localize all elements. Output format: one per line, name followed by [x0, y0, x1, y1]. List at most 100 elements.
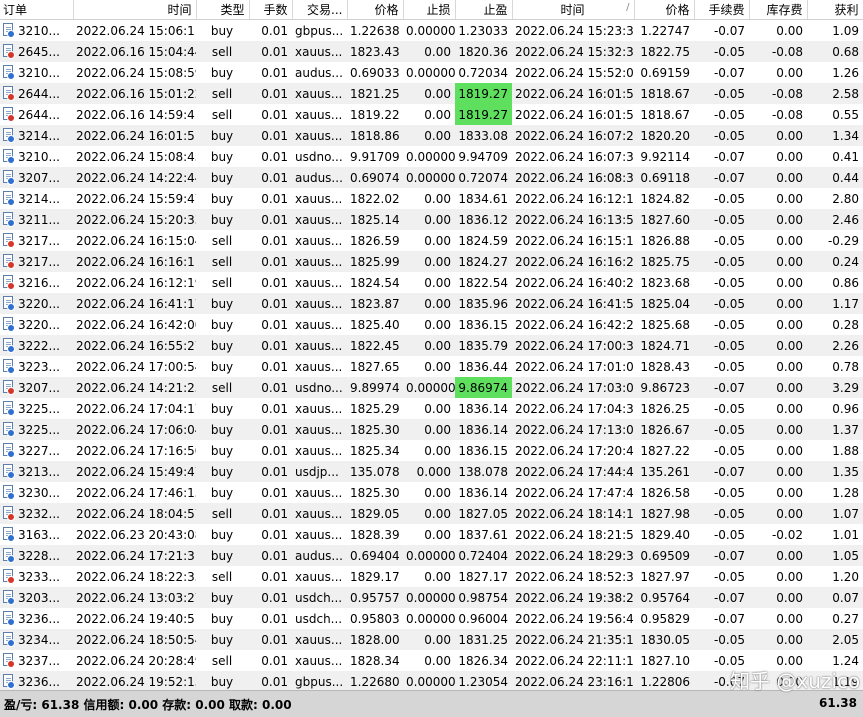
swap-cell: 0.00 [749, 167, 807, 188]
close-time-cell: 2022.06.24 17:03:06 [512, 377, 634, 398]
table-row[interactable]: 3236... 2022.06.24 19:52:13 buy 0.01 gbpus..… [0, 671, 863, 690]
col-header-swap[interactable]: 库存费 [749, 0, 808, 20]
commission-cell: -0.05 [713, 107, 745, 122]
col-header-order[interactable]: 订单 [0, 0, 74, 20]
table-row[interactable]: 3210... 2022.06.24 15:08:59 buy 0.01 audus..… [0, 62, 863, 83]
sell-order-icon [3, 506, 15, 521]
commission-cell: -0.05 [713, 569, 745, 584]
close-time-cell: 2022.06.24 18:29:38 [512, 545, 634, 566]
profit-cell: 1.37 [807, 419, 863, 440]
order-number: 3227... [18, 443, 60, 458]
order-number: 3220... [18, 317, 60, 332]
table-row[interactable]: 3236... 2022.06.24 19:40:51 buy 0.01 usdch..… [0, 608, 863, 629]
order-cell: 3211... [0, 209, 73, 230]
buy-order-icon [3, 359, 15, 374]
open-time-cell: 2022.06.24 17:16:50 [76, 443, 196, 458]
col-header-close-time[interactable]: 时间 / [512, 0, 635, 20]
order-ticket: 3216... [3, 275, 69, 290]
buy-order-icon [3, 170, 15, 185]
open-price-cell: 1.22680 [347, 671, 403, 690]
swap-cell: 0.00 [776, 611, 803, 626]
profit-cell: 0.78 [832, 359, 859, 374]
profit-cell: 1.17 [807, 293, 863, 314]
table-row[interactable]: 3227... 2022.06.24 17:16:50 buy 0.01 xauus..… [0, 440, 863, 461]
table-row[interactable]: 3233... 2022.06.24 18:22:35 sell 0.01 xauus.… [0, 566, 863, 587]
table-row[interactable]: 3210... 2022.06.24 15:06:11 buy 0.01 gbpus..… [0, 20, 863, 42]
table-row[interactable]: 3217... 2022.06.24 16:16:11 sell 0.01 xauus.… [0, 251, 863, 272]
table-row[interactable]: 3207... 2022.06.24 14:21:25 sell 0.01 usdno.… [0, 377, 863, 398]
table-row[interactable]: 3234... 2022.06.24 18:50:54 buy 0.01 xauus..… [0, 629, 863, 650]
table-row[interactable]: 3237... 2022.06.24 20:28:49 sell 0.01 xauus.… [0, 650, 863, 671]
table-row[interactable]: 3228... 2022.06.24 17:21:31 buy 0.01 audus..… [0, 545, 863, 566]
swap-cell: 0.00 [749, 125, 807, 146]
col-header-open-price[interactable]: 价格 [347, 0, 404, 20]
order-number: 2644... [18, 107, 60, 122]
type-cell: buy [210, 611, 234, 626]
order-ticket: 3237... [3, 653, 69, 668]
commission-cell: -0.07 [694, 587, 749, 608]
table-row[interactable]: 2644... 2022.06.16 14:59:41 sell 0.01 xauus.… [0, 104, 863, 125]
table-row[interactable]: 2644... 2022.06.16 15:01:22 sell 0.01 xauus.… [0, 83, 863, 104]
col-header-commission[interactable]: 手续费 [694, 0, 750, 20]
table-row[interactable]: 3217... 2022.06.24 16:15:04 sell 0.01 xauus.… [0, 230, 863, 251]
profit-cell: 1.35 [807, 461, 863, 482]
order-cell: 3214... [0, 125, 73, 146]
buy-order-icon [3, 590, 15, 605]
tp-cell: 1822.54 [458, 275, 508, 290]
table-row[interactable]: 3210... 2022.06.24 15:08:45 buy 0.01 usdno..… [0, 146, 863, 167]
order-number: 3225... [18, 401, 60, 416]
table-row[interactable]: 3214... 2022.06.24 16:01:51 buy 0.01 xauus..… [0, 125, 863, 146]
lots-cell: 0.01 [261, 149, 288, 164]
type-cell: buy [210, 191, 234, 206]
order-number: 3236... [18, 611, 60, 626]
order-cell: 3232... [0, 503, 73, 524]
col-header-open-time[interactable]: 时间 [73, 0, 197, 20]
type-cell: buy [196, 293, 249, 314]
col-header-tp[interactable]: 止盈 [455, 0, 513, 20]
open-time-cell: 2022.06.24 15:08:45 [76, 149, 196, 164]
table-row[interactable]: 3223... 2022.06.24 17:00:54 buy 0.01 xauus..… [0, 356, 863, 377]
close-time-cell: 2022.06.24 16:07:36 [515, 149, 634, 164]
order-number: 3234... [18, 632, 60, 647]
swap-cell: 0.00 [749, 671, 807, 690]
order-cell: 3227... [0, 440, 73, 461]
table-row[interactable]: 3220... 2022.06.24 16:41:17 buy 0.01 xauus..… [0, 293, 863, 314]
table-row[interactable]: 3220... 2022.06.24 16:42:00 buy 0.01 xauus..… [0, 314, 863, 335]
order-ticket: 3234... [3, 632, 69, 647]
table-row[interactable]: 3222... 2022.06.24 16:55:27 buy 0.01 xauus..… [0, 335, 863, 356]
table-row[interactable]: 3230... 2022.06.24 17:46:15 buy 0.01 xauus..… [0, 482, 863, 503]
open-time-cell: 2022.06.24 14:22:44 [73, 167, 196, 188]
table-row[interactable]: 3225... 2022.06.24 17:04:17 buy 0.01 xauus..… [0, 398, 863, 419]
close-time-cell: 2022.06.24 15:52:07 [515, 65, 634, 80]
lots-cell: 0.01 [249, 251, 292, 272]
col-header-sl[interactable]: 止损 [403, 0, 456, 20]
open-time-cell: 2022.06.16 14:59:41 [76, 107, 196, 122]
commission-cell: -0.05 [713, 317, 745, 332]
order-cell: 3210... [0, 62, 73, 83]
table-row[interactable]: 3203... 2022.06.24 13:03:27 buy 0.01 usdch..… [0, 587, 863, 608]
table-row[interactable]: 3216... 2022.06.24 16:12:19 sell 0.01 xauus.… [0, 272, 863, 293]
col-header-symbol[interactable]: 交易... [292, 0, 348, 20]
order-ticket: 3230... [3, 485, 69, 500]
col-header-lots[interactable]: 手数 [249, 0, 293, 20]
table-row[interactable]: 3232... 2022.06.24 18:04:57 sell 0.01 xauus.… [0, 503, 863, 524]
swap-cell: 0.00 [776, 653, 803, 668]
swap-cell: 0.00 [776, 401, 803, 416]
order-cell: 3230... [0, 482, 73, 503]
profit-cell: 1.01 [832, 527, 859, 542]
col-header-profit[interactable]: 获利 [807, 0, 863, 20]
table-row[interactable]: 3163... 2022.06.23 20:43:08 buy 0.01 xauus..… [0, 524, 863, 545]
commission-cell: -0.05 [694, 629, 749, 650]
table-row[interactable]: 2645... 2022.06.16 15:04:44 sell 0.01 xauus.… [0, 41, 863, 62]
table-row[interactable]: 3225... 2022.06.24 17:06:04 buy 0.01 xauus..… [0, 419, 863, 440]
symbol-cell: usdno... [295, 149, 343, 164]
table-row[interactable]: 3213... 2022.06.24 15:49:47 buy 0.01 usdjp..… [0, 461, 863, 482]
order-cell: 3237... [0, 650, 73, 671]
table-row[interactable]: 3207... 2022.06.24 14:22:44 buy 0.01 audus..… [0, 167, 863, 188]
table-row[interactable]: 3214... 2022.06.24 15:59:47 buy 0.01 xauus..… [0, 188, 863, 209]
order-number: 3207... [18, 170, 60, 185]
col-header-close-price[interactable]: 价格 [634, 0, 695, 20]
lots-cell: 0.01 [261, 485, 288, 500]
table-row[interactable]: 3211... 2022.06.24 15:20:33 buy 0.01 xauus..… [0, 209, 863, 230]
col-header-type[interactable]: 类型 [196, 0, 250, 20]
